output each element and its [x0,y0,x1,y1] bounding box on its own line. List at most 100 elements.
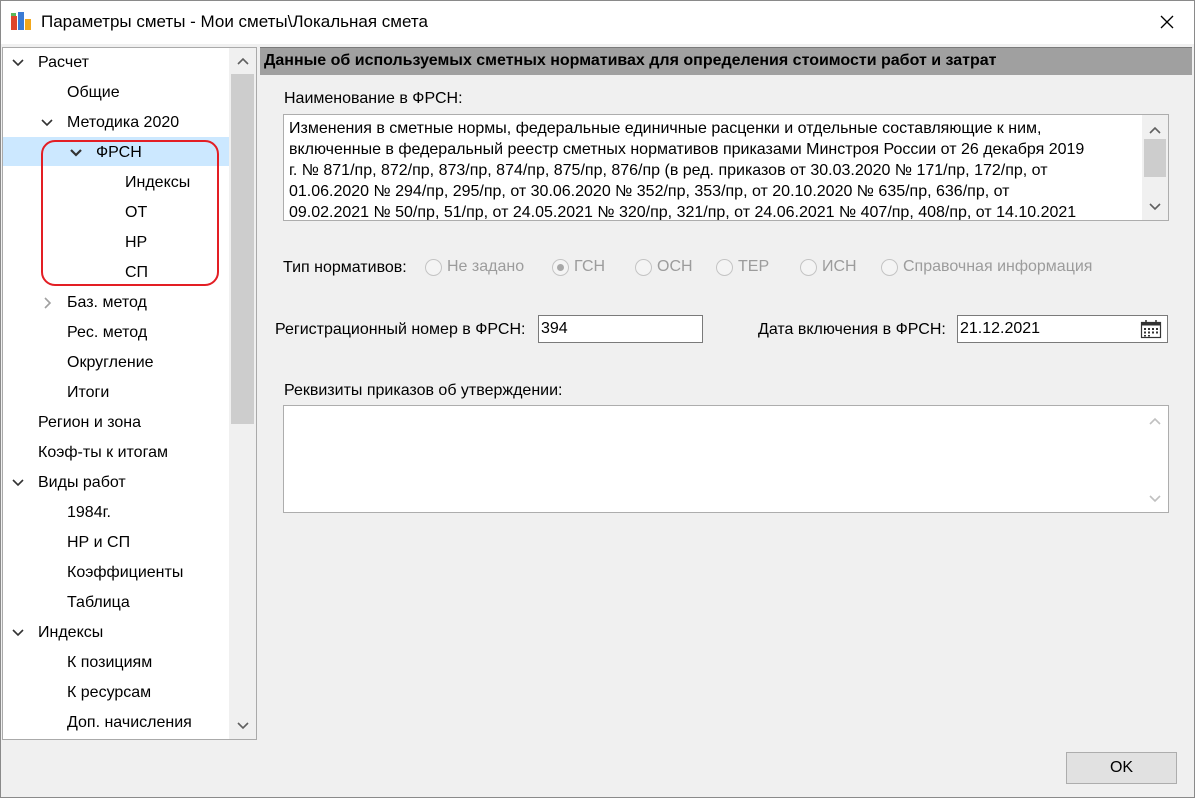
chevron-right-icon[interactable] [41,297,53,309]
tree-item[interactable]: Округление [3,349,229,377]
tree-item[interactable]: Виды работ [3,469,229,497]
tree-item[interactable]: СП [3,259,229,287]
window-title: Параметры сметы - Мои сметы\Локальная см… [41,12,428,31]
type-radio-option[interactable]: ГСН [552,258,605,276]
tree-item[interactable]: ФРСН [3,139,229,167]
radio-circle-icon [635,258,652,276]
reg-number-input[interactable]: 394 [538,315,703,343]
tree-item[interactable]: Рес. метод [3,319,229,347]
dialog-footer [0,740,1195,798]
tree-item[interactable]: Доп. начисления [3,709,229,737]
tree-item[interactable]: Индексы [3,619,229,647]
tree-item[interactable]: Коэф-ты к итогам [3,439,229,467]
tree-item-label: Итоги [67,384,110,401]
chevron-down-icon[interactable] [12,57,24,69]
tree-item-label: ФРСН [96,144,142,161]
tree-item[interactable]: Итоги [3,379,229,407]
tree-item[interactable]: Общие [3,79,229,107]
orders-textarea[interactable] [283,405,1169,513]
tree-item[interactable]: К ресурсам [3,679,229,707]
type-label: Тип нормативов: [283,259,407,276]
orders-scroll-up-button[interactable] [1142,409,1168,433]
tree-item[interactable]: Индексы [3,169,229,197]
section-header: Данные об используемых сметных норматива… [260,47,1192,75]
chevron-down-icon[interactable] [70,147,82,159]
tree-item-label: Методика 2020 [67,114,180,131]
radio-circle-icon [425,258,442,276]
date-input[interactable]: 21.12.2021 [957,315,1168,343]
tree-item-label: Округление [67,354,154,371]
name-line: включенные в федеральный реестр сметных … [289,141,1085,158]
tree-item-label: Индексы [38,624,104,641]
type-radio-option[interactable]: ТЕР [716,258,769,276]
type-radio-label: ТЕР [738,258,770,275]
tree-item-label: К ресурсам [67,684,152,701]
ok-button[interactable]: OK [1066,752,1177,784]
tree-scroll-down-button[interactable] [229,714,256,738]
tree-item[interactable]: Методика 2020 [3,109,229,137]
tree-item[interactable]: Баз. метод [3,289,229,317]
app-icon [11,12,31,30]
chevron-down-icon[interactable] [41,117,53,129]
close-button[interactable] [1147,4,1187,40]
chevron-down-icon[interactable] [12,627,24,639]
tree-scroll-thumb[interactable] [231,74,254,424]
name-scroll-down-button[interactable] [1142,195,1168,219]
settings-tree[interactable]: Расчет Общие Методика 2020 ФРСН Индексы ОТ НР С… [2,47,257,740]
tree-item[interactable]: Таблица [3,589,229,617]
radio-circle-icon [716,258,733,276]
tree-item-label: 1984г. [67,504,111,521]
tree-item[interactable]: Регион и зона [3,409,229,437]
tree-item[interactable]: НР [3,229,229,257]
name-scroll-thumb[interactable] [1144,139,1166,177]
content-panel: Данные об используемых сметных норматива… [260,47,1192,740]
reg-number-value: 394 [541,320,568,337]
tree-item-label: Баз. метод [67,294,147,311]
radio-circle-icon [552,258,569,276]
name-textarea-text: Изменения в сметные нормы, федеральные е… [289,118,1134,220]
radio-dot-icon [557,263,564,271]
type-radio-label: Справочная информация [903,258,1093,275]
chevron-down-icon [1149,203,1161,211]
tree-item-label: Рес. метод [67,324,148,341]
tree-item-label: НР [125,234,148,251]
tree-item[interactable]: ОТ [3,199,229,227]
tree-scrollbar[interactable] [229,48,256,739]
chevron-down-icon [1149,495,1161,503]
name-scrollbar[interactable] [1142,115,1168,220]
section-header-text: Данные об используемых сметных норматива… [264,52,997,69]
tree-item-label: Таблица [67,594,130,611]
orders-label: Реквизиты приказов об утверждении: [284,382,563,399]
chevron-down-icon[interactable] [12,477,24,489]
calendar-icon[interactable] [1140,319,1162,339]
name-textarea[interactable]: Изменения в сметные нормы, федеральные е… [283,114,1169,221]
tree-item[interactable]: НР и СП [3,529,229,557]
tree-item-label: Коэффициенты [67,564,184,581]
tree-item[interactable]: Коэффициенты [3,559,229,587]
type-radio-option[interactable]: Не задано [425,258,524,276]
tree-item-label: Расчет [38,54,89,71]
type-radio-option[interactable]: ОСН [635,258,693,276]
tree-item[interactable]: 1984г. [3,499,229,527]
type-radio-option[interactable]: ИСН [800,258,857,276]
radio-circle-icon [881,258,898,276]
name-line: Изменения в сметные нормы, федеральные е… [289,120,1042,137]
type-radio-label: ОСН [657,258,693,275]
chevron-down-icon [236,722,249,730]
type-radio-label: ИСН [822,258,857,275]
orders-scroll-down-button[interactable] [1142,487,1168,511]
tree-item-label: Регион и зона [38,414,141,431]
name-line: г. № 871/пр, 872/пр, 873/пр, 874/пр, 875… [289,162,1048,179]
name-line: 01.06.2020 № 294/пр, 295/пр, от 30.06.20… [289,183,1010,200]
type-radio-option[interactable]: Справочная информация [881,258,1092,276]
tree-item-label: НР и СП [67,534,131,551]
tree-item[interactable]: К позициям [3,649,229,677]
chevron-up-icon [1149,417,1161,425]
radio-circle-icon [800,258,817,276]
date-label: Дата включения в ФРСН: [758,321,946,338]
orders-scrollbar[interactable] [1142,406,1168,512]
date-value: 21.12.2021 [960,320,1041,337]
tree-item[interactable]: Расчет [3,49,229,77]
tree-item-label: Виды работ [38,474,126,491]
tree-scroll-up-button[interactable] [229,49,256,73]
